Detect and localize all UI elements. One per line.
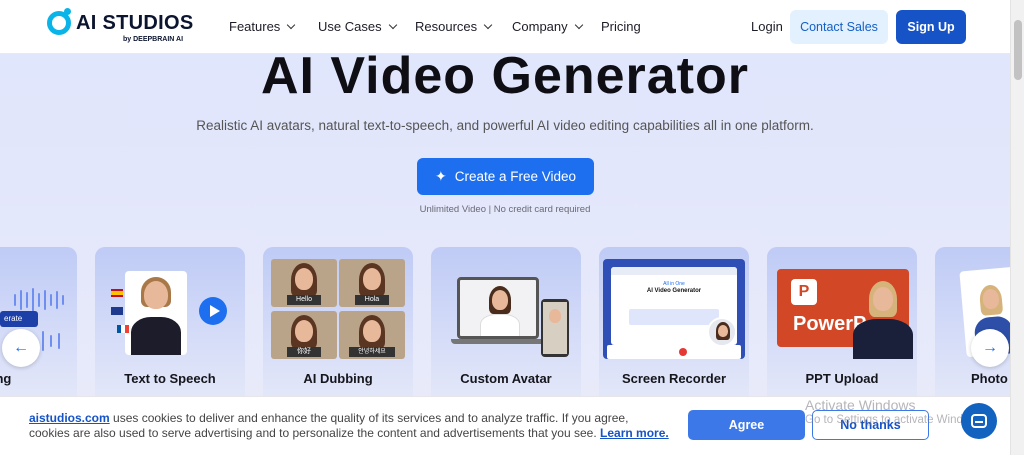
tts-illustration bbox=[103, 259, 237, 359]
sign-up-button[interactable]: Sign Up bbox=[896, 10, 966, 44]
card-title: Photo A bbox=[971, 371, 1010, 386]
nav-pricing[interactable]: Pricing bbox=[601, 19, 641, 34]
card-title: Screen Recorder bbox=[621, 371, 727, 386]
recorder-toolbar bbox=[607, 345, 741, 359]
browser-bar bbox=[611, 267, 737, 275]
flag-spain-icon bbox=[111, 289, 123, 297]
nav-label: Features bbox=[229, 19, 281, 34]
nav-label: Resources bbox=[415, 19, 478, 34]
nav-company[interactable]: Company bbox=[512, 19, 583, 34]
avatar-face bbox=[295, 320, 313, 342]
logo[interactable]: AI STUDIOS by DEEPBRAIN AI bbox=[47, 8, 193, 46]
chat-button[interactable] bbox=[961, 403, 997, 439]
flag-france-icon bbox=[117, 325, 129, 333]
laptop-base bbox=[451, 339, 545, 344]
logo-subtitle: by DEEPBRAIN AI bbox=[123, 36, 184, 43]
nav-features[interactable]: Features bbox=[229, 19, 296, 34]
screen-recorder-illustration: All in One AI Video Generator bbox=[603, 259, 745, 359]
dubbing-illustration: Hello Hola 你好 안녕하세요 bbox=[271, 259, 405, 359]
chevron-down-icon bbox=[388, 20, 397, 30]
dub-tile: 你好 bbox=[271, 311, 337, 359]
nav-label: Use Cases bbox=[318, 19, 382, 34]
chat-icon bbox=[971, 414, 987, 428]
avatar-face bbox=[363, 320, 381, 342]
card-title: Cloning bbox=[0, 371, 12, 386]
generate-chip: erate bbox=[0, 311, 38, 327]
login-link[interactable]: Login bbox=[751, 19, 783, 34]
avatar-face bbox=[549, 309, 561, 323]
arrow-left-icon: ← bbox=[13, 339, 29, 356]
page: AI STUDIOS by DEEPBRAIN AI Features Use … bbox=[0, 0, 1010, 455]
logo-text: AI STUDIOS bbox=[76, 12, 194, 34]
carousel-prev-button[interactable]: ← bbox=[2, 329, 40, 367]
arrow-right-icon: → bbox=[982, 339, 998, 356]
card-title: Text to Speech bbox=[124, 371, 216, 386]
feature-card-ppt-upload[interactable]: P PowerP PPT Upload bbox=[767, 247, 917, 417]
scrollbar[interactable] bbox=[1010, 0, 1024, 455]
create-free-video-button[interactable]: ✦ Create a Free Video bbox=[417, 158, 594, 195]
avatar-face bbox=[363, 268, 381, 290]
dub-label: Hello bbox=[287, 295, 321, 305]
hero-subtitle: Realistic AI avatars, natural text-to-sp… bbox=[196, 118, 814, 133]
avatar-frame bbox=[125, 271, 187, 355]
avatar-face bbox=[144, 281, 168, 309]
phone bbox=[541, 299, 569, 357]
cookie-text: aistudios.com uses cookies to deliver an… bbox=[29, 411, 669, 441]
feature-card-custom-avatar[interactable]: Custom Avatar bbox=[431, 247, 581, 417]
feature-card-text-to-speech[interactable]: Text to Speech bbox=[95, 247, 245, 417]
site-link[interactable]: aistudios.com bbox=[29, 411, 110, 425]
recorder-headline-2: AI Video Generator bbox=[646, 288, 702, 294]
laptop-screen bbox=[457, 277, 539, 339]
chevron-down-icon bbox=[574, 20, 583, 30]
avatar-body bbox=[480, 314, 520, 336]
nav-use-cases[interactable]: Use Cases bbox=[318, 19, 397, 34]
feature-card-screen-recorder[interactable]: All in One AI Video Generator Screen Rec… bbox=[599, 247, 749, 417]
dub-tile: Hello bbox=[271, 259, 337, 307]
avatar-face bbox=[492, 290, 508, 310]
dub-label: Hola bbox=[355, 295, 389, 305]
card-title: PPT Upload bbox=[805, 371, 879, 386]
dub-tile: 안녕하세요 bbox=[339, 311, 405, 359]
avatar-body bbox=[853, 319, 913, 359]
custom-avatar-illustration bbox=[439, 259, 573, 359]
record-icon bbox=[679, 348, 687, 356]
cookie-message: uses cookies to deliver and enhance the … bbox=[29, 411, 629, 440]
scrollbar-thumb[interactable] bbox=[1014, 20, 1022, 80]
hero-title: AI Video Generator bbox=[260, 47, 750, 105]
logo-dot-icon bbox=[64, 8, 71, 15]
dub-tile: Hola bbox=[339, 259, 405, 307]
contact-sales-button[interactable]: Contact Sales bbox=[790, 10, 888, 44]
card-title: AI Dubbing bbox=[303, 371, 373, 386]
recorder-headline-1: All in One bbox=[663, 281, 685, 287]
avatar-body bbox=[131, 317, 181, 355]
ppt-illustration: P PowerP bbox=[775, 259, 913, 359]
sparkle-icon: ✦ bbox=[434, 168, 447, 184]
nav-label: Company bbox=[512, 19, 568, 34]
cta-label: Create a Free Video bbox=[454, 169, 577, 184]
avatar-face bbox=[718, 325, 728, 337]
play-icon bbox=[199, 297, 227, 325]
flag-uk-icon bbox=[111, 307, 123, 315]
nav-label: Pricing bbox=[601, 19, 641, 34]
activate-windows-subtitle: Go to Settings to activate Windows. bbox=[805, 414, 987, 426]
cta-note: Unlimited Video | No credit card require… bbox=[419, 204, 591, 215]
dub-label: 안녕하세요 bbox=[349, 347, 395, 357]
powerpoint-icon: P bbox=[791, 279, 817, 305]
chevron-down-icon bbox=[483, 20, 493, 30]
carousel-next-button[interactable]: → bbox=[971, 329, 1009, 367]
nav-resources[interactable]: Resources bbox=[415, 19, 493, 34]
avatar-face bbox=[295, 268, 313, 290]
feature-card-ai-dubbing[interactable]: Hello Hola 你好 안녕하세요 AI Dubbing bbox=[263, 247, 413, 417]
agree-button[interactable]: Agree bbox=[688, 410, 805, 440]
activate-windows-title: Activate Windows bbox=[805, 397, 916, 413]
avatar-face bbox=[873, 287, 893, 311]
webcam-bubble bbox=[707, 317, 737, 347]
chevron-down-icon bbox=[287, 20, 296, 30]
presenter bbox=[851, 281, 915, 359]
learn-more-link[interactable]: Learn more. bbox=[600, 426, 669, 440]
thumbnail-row bbox=[629, 309, 719, 325]
dub-label: 你好 bbox=[287, 347, 321, 357]
card-title: Custom Avatar bbox=[460, 371, 552, 386]
